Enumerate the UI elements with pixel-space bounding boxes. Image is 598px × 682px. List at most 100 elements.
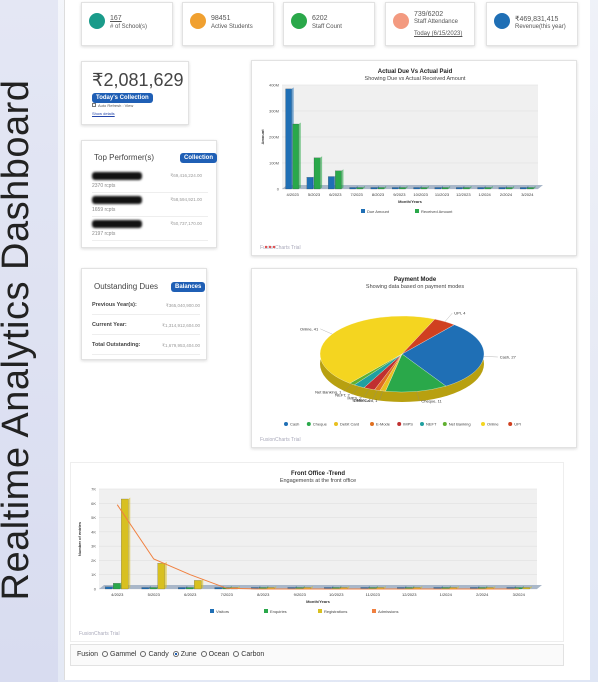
performer-row: ₹58,594,921.00 1659 rcpts [92,195,208,217]
outstanding-dues-card: Outstanding Dues Balances Previous Year(… [81,268,207,360]
theme-label: Carbon [241,651,265,658]
bar [141,587,149,590]
legend-marker [306,422,311,426]
bar [370,187,378,190]
y-tick-label: 200M [269,135,279,140]
bar [522,587,530,590]
auto-refresh-checkbox[interactable] [92,103,96,107]
bar [399,187,406,190]
bar [477,187,484,190]
y-tick-label: 1K [91,572,96,577]
y-tick-label: 5K [91,515,96,520]
outstanding-row: Previous Year(s): ₹365,040,900.00 [92,299,200,315]
x-tick-label: 2/2024 [500,192,513,197]
performer-receipts: 2370 rcpts [92,183,116,189]
chart-subtitle: Showing data based on payment modes [366,284,464,290]
stat-card: ₹469,831,415 Revenue(this year) [486,2,578,46]
bar [105,586,113,590]
todays-collection-button[interactable]: Today's Collection [92,93,153,103]
legend-marker [397,422,402,426]
x-tick-label: 4/2023 [287,192,300,197]
bar-side [341,169,344,189]
legend-label: Received Amount [421,209,453,214]
bar [157,563,165,590]
theme-option-candy[interactable]: Candy [140,651,169,658]
bar [328,176,335,190]
theme-selector: Fusion Gammel Candy Zune Ocean Carbon [70,644,564,666]
legend-label: Online [487,422,499,427]
bar [434,187,442,190]
legend-label: NEFT [426,422,437,427]
performer-receipts: 1659 rcpts [92,207,116,213]
bar [463,187,470,190]
main-panel: 167 # of School(s) 98451 Active Students 620… [64,0,590,680]
theme-option-gammel[interactable]: Gammel [102,651,136,658]
theme-label: Candy [148,651,169,658]
legend-label: Net Banking [449,422,471,427]
balances-button[interactable]: Balances [171,282,206,292]
radio-button[interactable] [102,651,109,657]
legend-label: Due Amount [367,209,390,214]
radio-button[interactable] [172,651,179,657]
bar [377,187,385,190]
legend-label: Debit Card [340,422,359,427]
radio-button[interactable] [140,651,147,657]
legend-label: UPI [514,422,521,427]
legend-marker [361,209,365,213]
payment-mode-card: Payment Mode Showing data based on paymen… [251,268,577,448]
outstanding-label: Total Outstanding: [92,342,141,348]
wallet-icon [494,13,510,29]
legend-marker [508,422,513,426]
chart-title: Front Office -Trend [291,471,345,477]
auto-refresh[interactable]: Auto Refresh : View [92,103,133,108]
legend-label: E-Mode [376,422,391,427]
bar [356,187,363,190]
radio-button[interactable] [200,651,207,657]
stat-label: Revenue(this year) [515,24,566,30]
redacted-name [92,196,142,204]
bar [214,587,222,590]
x-tick-label: 4/2023 [111,592,124,597]
loading-dot [264,245,268,249]
bar [335,170,342,190]
legend-marker [420,422,424,426]
dashboard: Realtime Analytics Dashboard 167 # of Sch… [0,0,598,682]
theme-option-zune[interactable]: Zune [172,651,197,658]
legend-marker [442,422,447,426]
theme-option-ocean[interactable]: Ocean [200,651,229,658]
theme-label: Zune [180,651,197,658]
x-tick-label: 2/2024 [476,592,489,597]
y-tick-label: 400M [269,83,279,88]
collection-button[interactable]: Collection [180,153,218,163]
x-tick-label: 9/2023 [294,592,307,597]
bar [113,583,121,590]
chart-title: Payment Mode [394,277,437,283]
theme-option-carbon[interactable]: Carbon [233,651,264,658]
pie-leader [320,328,333,335]
performer-amount: ₹58,594,921.00 [170,197,202,202]
theme-option-fusion[interactable]: Fusion [77,651,98,658]
legend-marker [370,422,374,426]
bar-side [128,497,131,589]
front-office-card: Front Office -Trend Engagements at the fr… [70,462,564,642]
legend-label: Visitors [216,609,229,614]
stat-value[interactable]: 167 [110,15,122,22]
stat-label: # of School(s) [110,24,148,30]
side-title: Realtime Analytics Dashboard [0,79,37,601]
legend-label: IMPS [403,422,413,427]
stat-date-link[interactable]: Today (6/15/2023) [414,31,462,37]
top-performers-card: Top Performer(s) Collection ₹69,416,224.… [81,140,218,248]
x-tick-label: 10/2023 [413,192,428,197]
chart-title: Actual Due Vs Actual Paid [378,69,453,75]
y-tick-label: 0 [94,587,97,592]
legend-label: Admissions [378,609,398,614]
bar [178,587,186,590]
bar [313,157,321,190]
legend-marker [334,422,338,426]
bar [292,123,299,190]
legend-label: Cash [290,422,299,427]
bar [527,187,534,190]
x-tick-label: 5/2023 [148,592,161,597]
radio-button[interactable] [233,651,240,657]
show-details-link[interactable]: Show details [92,111,115,116]
